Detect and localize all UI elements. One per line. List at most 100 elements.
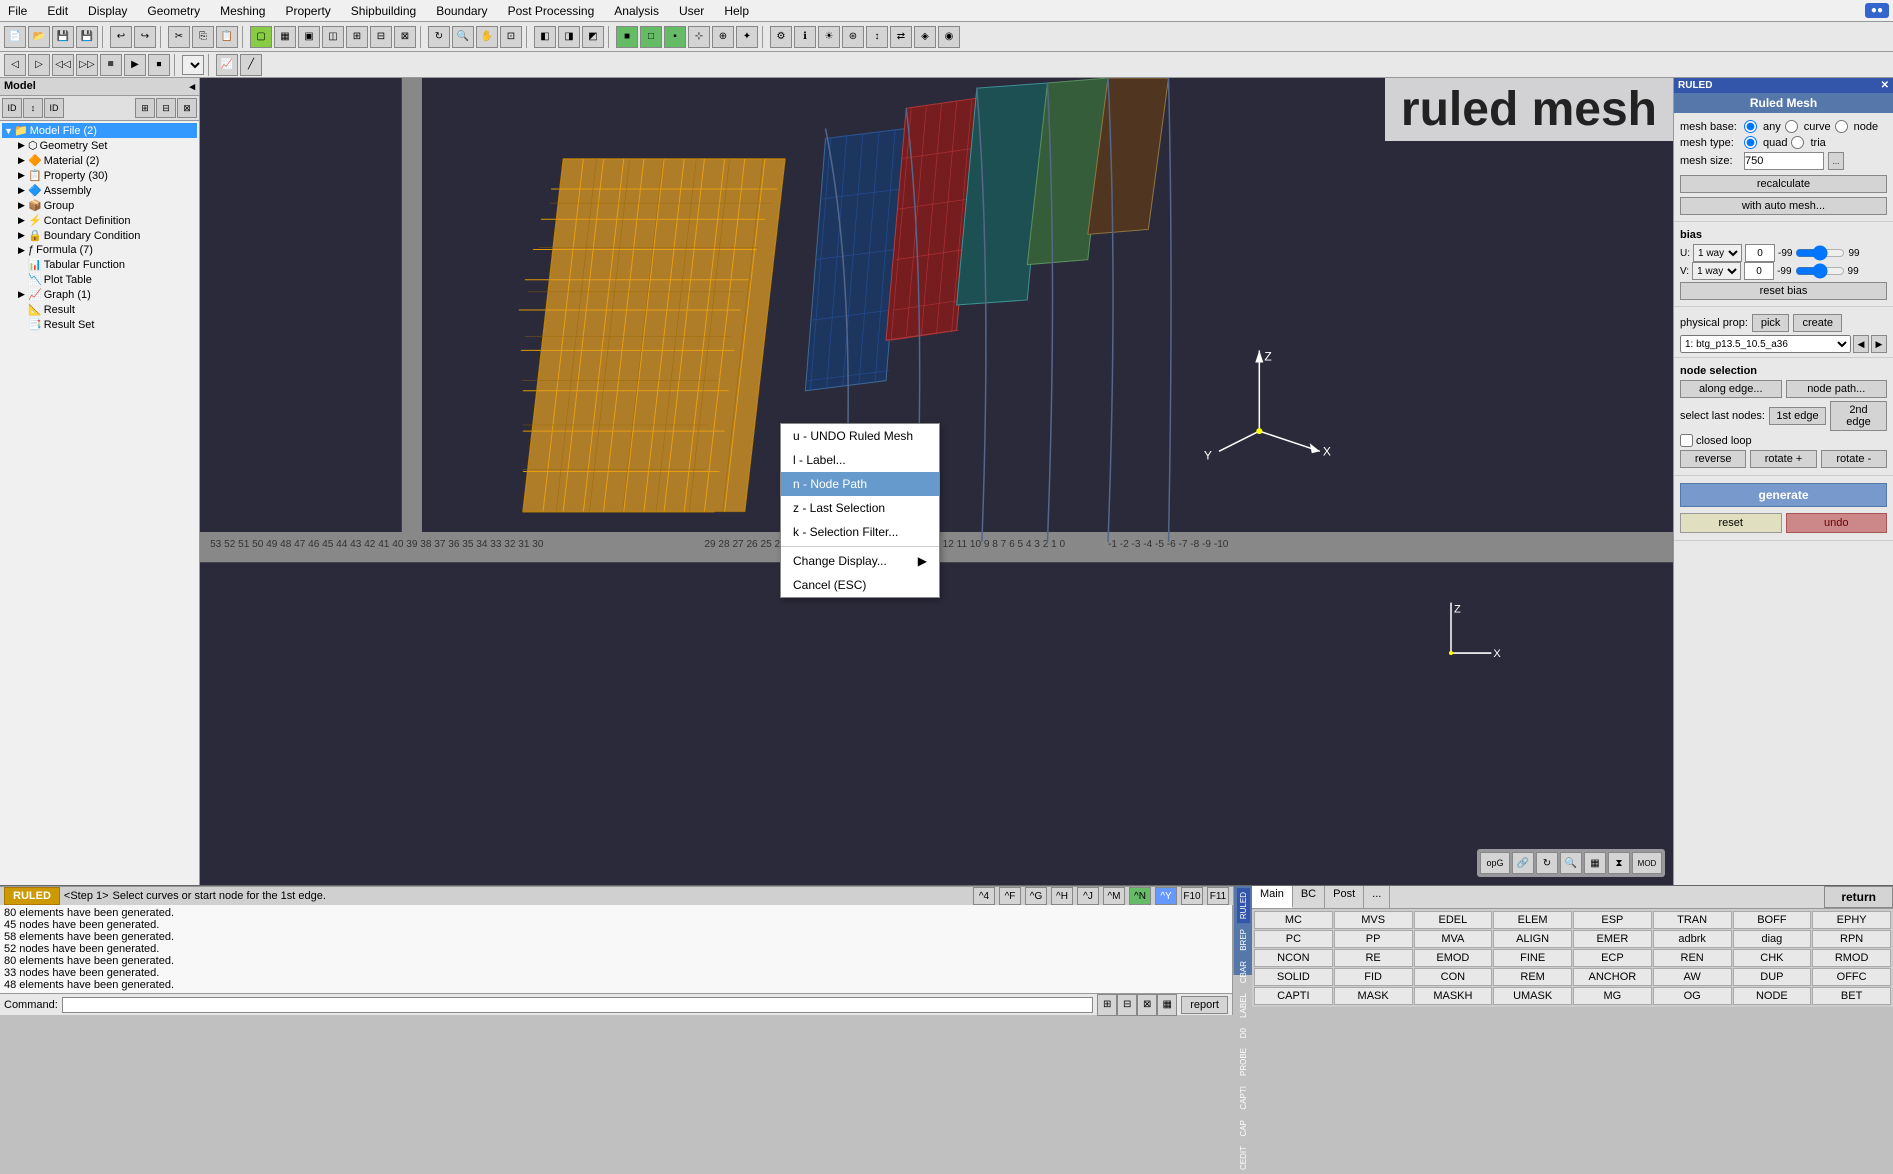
grid-FINE[interactable]: FINE <box>1493 949 1572 967</box>
grid-ESP[interactable]: ESP <box>1573 911 1652 929</box>
tb-btn6[interactable]: ⊟ <box>370 26 392 48</box>
grid-MASKH[interactable]: MASKH <box>1414 987 1493 1005</box>
vp-mod[interactable]: MOD <box>1632 852 1662 874</box>
nav-ctrlH[interactable]: ^H <box>1051 887 1073 905</box>
tb-btn1[interactable]: ▢ <box>250 26 272 48</box>
cmd-btn3[interactable]: ⊠ <box>1137 994 1157 1016</box>
tb2-back[interactable]: ◁ <box>4 54 26 76</box>
menu-boundary[interactable]: Boundary <box>432 2 491 20</box>
tree-model-file[interactable]: ▼ 📁 Model File (2) <box>2 123 197 138</box>
menu-meshing[interactable]: Meshing <box>216 2 269 20</box>
ctx-label[interactable]: l - Label... <box>781 448 939 472</box>
mesh-size-input[interactable] <box>1744 152 1824 170</box>
phys-prop-prev[interactable]: ◀ <box>1853 335 1869 353</box>
tb-fit[interactable]: ⊡ <box>500 26 522 48</box>
mesh-type-quad[interactable]: quad <box>1744 136 1787 149</box>
tree-result[interactable]: 📐 Result <box>2 302 197 317</box>
grid-OG[interactable]: OG <box>1653 987 1732 1005</box>
nav-ctrlY[interactable]: ^Y <box>1155 887 1177 905</box>
grid-FID[interactable]: FID <box>1334 968 1413 986</box>
2nd-edge-btn[interactable]: 2nd edge <box>1830 401 1887 431</box>
grid-ELEM[interactable]: ELEM <box>1493 911 1572 929</box>
bias-v-slider[interactable] <box>1795 263 1845 279</box>
grid-PC[interactable]: PC <box>1254 930 1333 948</box>
tb-btn3[interactable]: ▣ <box>298 26 320 48</box>
mesh-type-tria[interactable]: tria <box>1791 136 1825 149</box>
tab-main[interactable]: Main <box>1252 886 1293 908</box>
grid-CHK[interactable]: CHK <box>1733 949 1812 967</box>
model-tb-filter[interactable]: ⊞ <box>135 98 155 118</box>
tb2-stop[interactable]: ◾ <box>100 54 122 76</box>
grid-EDEL[interactable]: EDEL <box>1414 911 1493 929</box>
tb2-line[interactable]: ╱ <box>240 54 262 76</box>
ctx-node-path[interactable]: n - Node Path <box>781 472 939 496</box>
tree-graph[interactable]: ▶ 📈 Graph (1) <box>2 287 197 302</box>
model-tb-id2[interactable]: ID <box>44 98 64 118</box>
user-menu-ruled[interactable]: RULED <box>1237 888 1250 923</box>
grid-PP[interactable]: PP <box>1334 930 1413 948</box>
tb2-rec[interactable]: ⏹ <box>148 54 170 76</box>
grid-RPN[interactable]: RPN <box>1812 930 1891 948</box>
ctx-selection-filter[interactable]: k - Selection Filter... <box>781 520 939 544</box>
grid-MVS[interactable]: MVS <box>1334 911 1413 929</box>
tb-copy[interactable]: ⎘ <box>192 26 214 48</box>
vp-zoom2[interactable]: 🔍 <box>1560 852 1582 874</box>
with-auto-mesh-btn[interactable]: with auto mesh... <box>1680 197 1887 215</box>
model-tb-id[interactable]: ID <box>2 98 22 118</box>
phys-prop-create[interactable]: create <box>1793 314 1842 332</box>
user-menu-label[interactable]: LABEL <box>1237 989 1250 1022</box>
tb-btn2[interactable]: ▦ <box>274 26 296 48</box>
mesh-size-browse[interactable]: ... <box>1828 152 1844 170</box>
grid-NODE[interactable]: NODE <box>1733 987 1812 1005</box>
grid-CAPTI[interactable]: CAPTI <box>1254 987 1333 1005</box>
ctx-last-selection[interactable]: z - Last Selection <box>781 496 939 520</box>
tb-open[interactable]: 📂 <box>28 26 50 48</box>
tb-info[interactable]: ℹ <box>794 26 816 48</box>
mesh-base-node[interactable]: node <box>1835 120 1878 133</box>
mesh-base-any[interactable]: any <box>1744 120 1781 133</box>
grid-MASK[interactable]: MASK <box>1334 987 1413 1005</box>
tb-light[interactable]: ☀ <box>818 26 840 48</box>
node-path-btn[interactable]: node path... <box>1786 380 1888 398</box>
tree-assembly[interactable]: ▶ 🔷 Assembly <box>2 183 197 198</box>
phys-prop-pick[interactable]: pick <box>1752 314 1790 332</box>
tree-geometry-set[interactable]: ▶ ⬡ Geometry Set <box>2 138 197 153</box>
vp-rotate[interactable]: ↻ <box>1536 852 1558 874</box>
model-tb-expand[interactable]: ⊟ <box>156 98 176 118</box>
tree-plot-table[interactable]: 📉 Plot Table <box>2 272 197 287</box>
tb-cut[interactable]: ✂ <box>168 26 190 48</box>
grid-CON[interactable]: CON <box>1414 968 1493 986</box>
bias-v-type[interactable]: 1 way 2 way <box>1692 262 1741 280</box>
ctx-undo-ruled[interactable]: u - UNDO Ruled Mesh <box>781 424 939 448</box>
tb-btn4[interactable]: ◫ <box>322 26 344 48</box>
tb-btn7[interactable]: ⊠ <box>394 26 416 48</box>
tb-mesh5[interactable]: ⊕ <box>712 26 734 48</box>
1st-edge-btn[interactable]: 1st edge <box>1769 407 1826 425</box>
tb-mesh2[interactable]: □ <box>640 26 662 48</box>
bias-u-value[interactable] <box>1745 244 1775 262</box>
menu-geometry[interactable]: Geometry <box>143 2 204 20</box>
recalculate-btn[interactable]: recalculate <box>1680 175 1887 193</box>
tree-result-set[interactable]: 📑 Result Set <box>2 317 197 332</box>
tab-post[interactable]: Post <box>1325 886 1364 908</box>
tb-rotate[interactable]: ↻ <box>428 26 450 48</box>
tb-misc2[interactable]: ↕ <box>866 26 888 48</box>
nav-ctrlJ[interactable]: ^J <box>1077 887 1099 905</box>
phys-prop-select[interactable]: 1: btg_p13.5_10.5_a36 <box>1680 335 1851 353</box>
nav-ctrlG[interactable]: ^G <box>1025 887 1047 905</box>
reset-bias-btn[interactable]: reset bias <box>1680 282 1887 300</box>
tb-undo[interactable]: ↩ <box>110 26 132 48</box>
rotate-plus-btn[interactable]: rotate + <box>1750 450 1816 468</box>
tb-pan[interactable]: ✋ <box>476 26 498 48</box>
tb-zoom[interactable]: 🔍 <box>452 26 474 48</box>
tree-property[interactable]: ▶ 📋 Property (30) <box>2 168 197 183</box>
tree-tabular[interactable]: 📊 Tabular Function <box>2 257 197 272</box>
menu-property[interactable]: Property <box>281 2 334 20</box>
nav-ctrlN[interactable]: ^N <box>1129 887 1151 905</box>
bias-u-type[interactable]: 1 way 2 way <box>1693 244 1742 262</box>
tb2-graph[interactable]: 📈 <box>216 54 238 76</box>
vp-select[interactable]: ▦ <box>1584 852 1606 874</box>
grid-SOLID[interactable]: SOLID <box>1254 968 1333 986</box>
tree-group[interactable]: ▶ 📦 Group <box>2 198 197 213</box>
model-tb-sort[interactable]: ↕ <box>23 98 43 118</box>
